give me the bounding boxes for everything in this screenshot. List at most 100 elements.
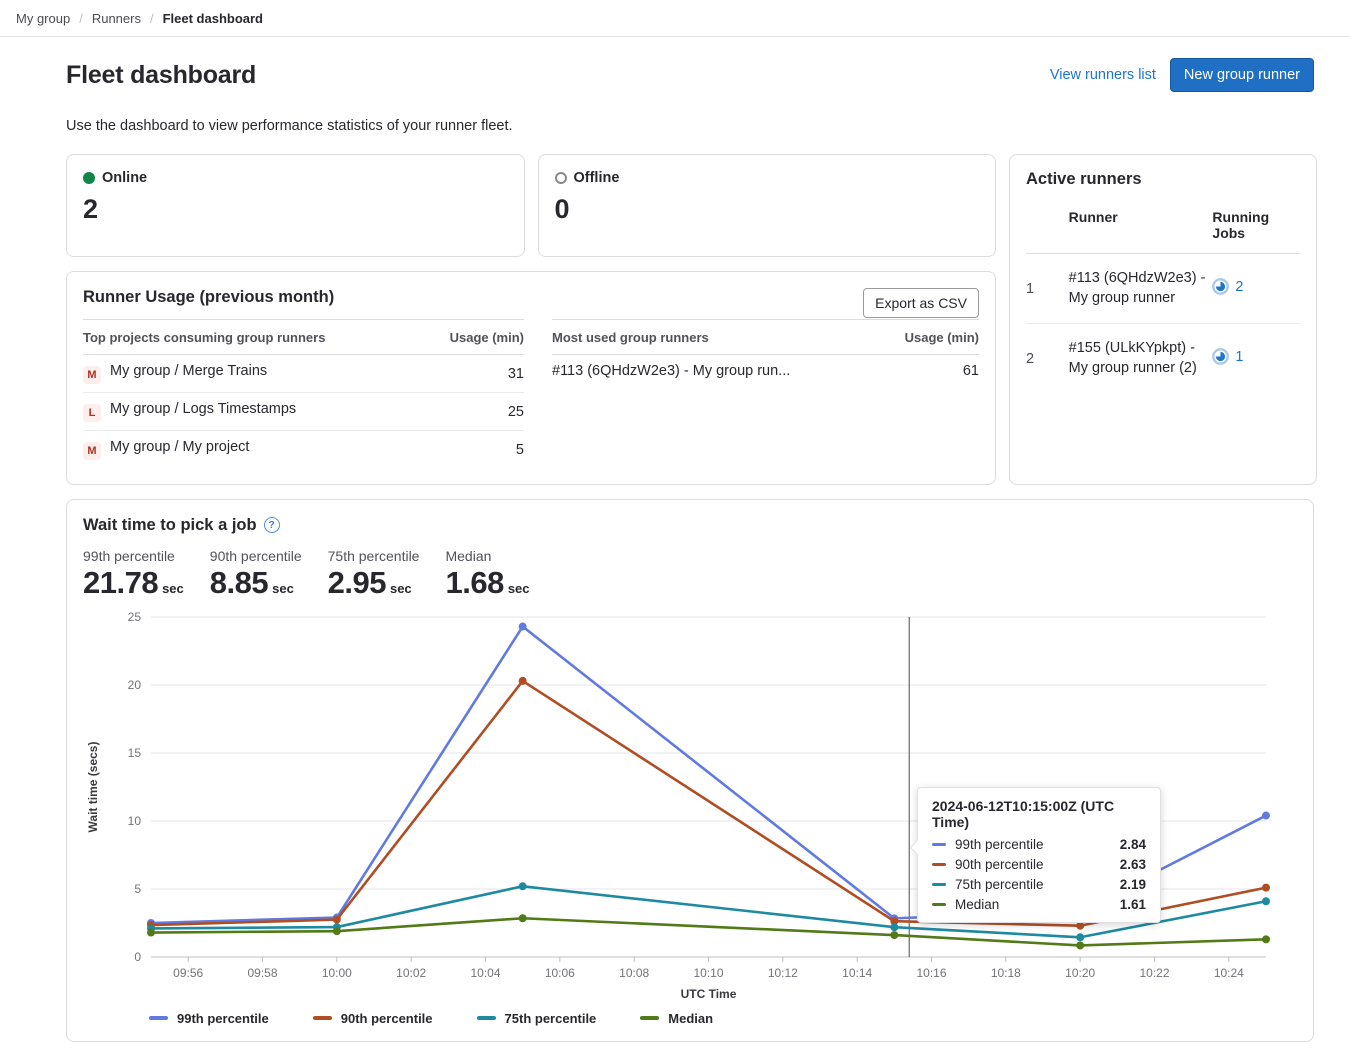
project-name: My group / My project [110, 439, 249, 455]
running-jobs-column-header: Running Jobs [1212, 199, 1300, 254]
breadcrumb-current: Fleet dashboard [163, 11, 263, 26]
legend-item-99th[interactable]: 99th percentile [149, 1011, 269, 1026]
online-label-row: Online [83, 170, 508, 186]
svg-text:09:58: 09:58 [247, 966, 277, 980]
legend-item-median[interactable]: Median [640, 1011, 713, 1026]
tooltip-series-label: 90th percentile [955, 857, 1044, 872]
stat-unit: sec [272, 581, 294, 596]
svg-text:09:56: 09:56 [173, 966, 203, 980]
legend-item-75th[interactable]: 75th percentile [477, 1011, 597, 1026]
stat-value: 2.95 [328, 565, 386, 600]
running-jobs-link[interactable]: 1 [1212, 348, 1243, 365]
svg-text:0: 0 [134, 950, 141, 964]
online-runners-card: Online 2 [66, 154, 525, 257]
svg-text:10:20: 10:20 [1065, 966, 1095, 980]
series-swatch-90th [932, 863, 946, 866]
online-label: Online [102, 170, 147, 186]
tooltip-row: 99th percentile 2.84 [932, 837, 1146, 852]
stat-90th-percentile: 90th percentile 8.85sec [210, 548, 302, 601]
series-swatch-median [932, 903, 946, 906]
index-column-header [1026, 199, 1069, 254]
active-runners-card: Active runners Runner Running Jobs 1 #11… [1009, 154, 1317, 485]
runner-usage-card: Runner Usage (previous month) Export as … [66, 271, 996, 485]
project-avatar: M [83, 366, 101, 384]
page-title: Fleet dashboard [66, 61, 256, 90]
export-csv-button[interactable]: Export as CSV [863, 288, 979, 318]
stat-99th-percentile: 99th percentile 21.78sec [83, 548, 184, 601]
wait-time-stats: 99th percentile 21.78sec 90th percentile… [83, 548, 1297, 601]
stat-unit: sec [162, 581, 184, 596]
svg-text:25: 25 [128, 610, 142, 624]
legend-label: 75th percentile [505, 1011, 597, 1026]
stat-value: 1.68 [445, 565, 503, 600]
view-runners-list-link[interactable]: View runners list [1050, 67, 1156, 83]
table-row: 1 #113 (6QHdzW2e3) - My group runner 2 [1026, 254, 1300, 324]
breadcrumb-separator: / [150, 11, 154, 26]
svg-text:10:22: 10:22 [1139, 966, 1169, 980]
svg-text:10:08: 10:08 [619, 966, 649, 980]
svg-text:10:06: 10:06 [545, 966, 575, 980]
project-name: My group / Logs Timestamps [110, 401, 296, 417]
header-actions: View runners list New group runner [1050, 58, 1314, 92]
project-avatar: L [83, 404, 101, 422]
stat-value: 8.85 [210, 565, 268, 600]
legend-label: Median [668, 1011, 713, 1026]
breadcrumb-item-my-group[interactable]: My group [16, 11, 70, 26]
svg-text:5: 5 [134, 882, 141, 896]
offline-count: 0 [555, 195, 980, 225]
svg-text:10:04: 10:04 [470, 966, 500, 980]
svg-text:15: 15 [128, 746, 142, 760]
breadcrumb: My group / Runners / Fleet dashboard [0, 0, 1350, 37]
project-name: My group / Merge Trains [110, 363, 267, 379]
online-status-icon [83, 172, 95, 184]
page-subtitle: Use the dashboard to view performance st… [66, 118, 1314, 134]
tooltip-row: Median 1.61 [932, 897, 1146, 912]
page-header: Fleet dashboard View runners list New gr… [66, 58, 1314, 92]
runner-usage-value: 61 [877, 355, 979, 388]
top-projects-usage-header: Usage (min) [420, 320, 524, 355]
stat-unit: sec [508, 581, 530, 596]
offline-label: Offline [574, 170, 620, 186]
svg-text:10:10: 10:10 [693, 966, 723, 980]
runner-usage-title: Runner Usage (previous month) [83, 288, 979, 307]
project-usage: 5 [420, 431, 524, 469]
tooltip-series-value: 2.19 [1120, 877, 1146, 892]
runner-rank: 2 [1026, 324, 1069, 394]
usage-tables: Top projects consuming group runners Usa… [83, 319, 979, 468]
legend-swatch [149, 1016, 168, 1020]
running-status-icon [1212, 278, 1229, 295]
table-row: 2 #155 (ULkKYpkpt) - My group runner (2)… [1026, 324, 1300, 394]
series-swatch-75th [932, 883, 946, 886]
breadcrumb-item-runners[interactable]: Runners [92, 11, 141, 26]
legend-label: 90th percentile [341, 1011, 433, 1026]
tooltip-series-label: 75th percentile [955, 877, 1044, 892]
stat-value: 21.78 [83, 565, 158, 600]
series-swatch-99th [932, 843, 946, 846]
chart-tooltip: 2024-06-12T10:15:00Z (UTC Time) 99th per… [917, 787, 1161, 923]
wait-time-chart[interactable]: 051015202509:5609:5810:0010:0210:0410:06… [83, 609, 1297, 1007]
tooltip-series-value: 2.63 [1120, 857, 1146, 872]
legend-item-90th[interactable]: 90th percentile [313, 1011, 433, 1026]
active-runners-title: Active runners [1026, 170, 1300, 189]
legend-label: 99th percentile [177, 1011, 269, 1026]
tooltip-series-label: 99th percentile [955, 837, 1044, 852]
new-group-runner-button[interactable]: New group runner [1170, 58, 1314, 92]
running-jobs-count: 2 [1235, 279, 1243, 295]
wait-time-card: Wait time to pick a job ? 99th percentil… [66, 499, 1314, 1042]
help-icon[interactable]: ? [264, 517, 280, 533]
svg-text:10: 10 [128, 814, 142, 828]
running-jobs-link[interactable]: 2 [1212, 278, 1243, 295]
table-row: MMy group / Merge Trains 31 [83, 355, 524, 393]
tooltip-row: 75th percentile 2.19 [932, 877, 1146, 892]
chart-legend: 99th percentile 90th percentile 75th per… [149, 1007, 1297, 1029]
stat-75th-percentile: 75th percentile 2.95sec [328, 548, 420, 601]
status-cards-row: Online 2 Offline 0 [66, 154, 996, 257]
svg-text:UTC Time: UTC Time [681, 987, 737, 1001]
svg-text:10:16: 10:16 [916, 966, 946, 980]
runner-rank: 1 [1026, 254, 1069, 324]
offline-status-icon [555, 172, 567, 184]
runner-description: #155 (ULkKYpkpt) - My group runner (2) [1069, 324, 1213, 394]
svg-text:Wait time (secs): Wait time (secs) [86, 742, 100, 833]
top-projects-header: Top projects consuming group runners [83, 320, 420, 355]
legend-swatch [313, 1016, 332, 1020]
